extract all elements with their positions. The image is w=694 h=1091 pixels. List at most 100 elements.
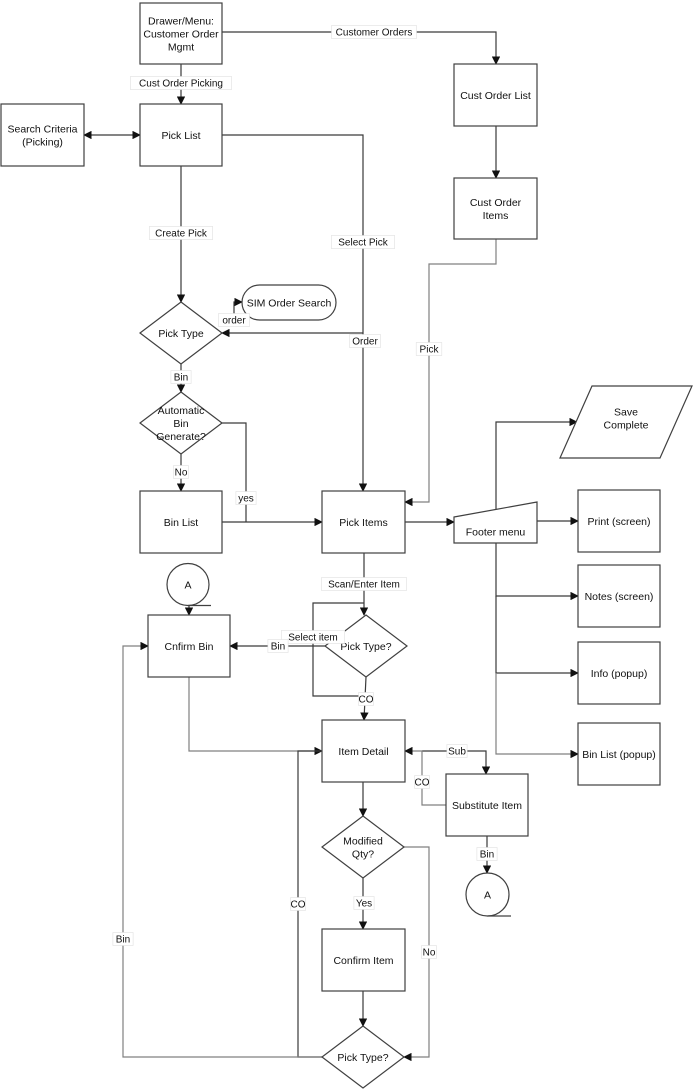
edge-label-text: No <box>423 948 436 959</box>
node-confirm-item[interactable]: Confirm Item <box>321 928 406 992</box>
node-label: Items <box>483 210 509 222</box>
edge-label-text: Select Pick <box>338 238 388 249</box>
edge-label-pick-list-to-pick-items: Select Pick <box>330 235 395 249</box>
node-label: Mgmt <box>168 42 194 54</box>
edge-label-modified-qty-to-pick-type-3: No <box>421 945 437 959</box>
edge-label-text: Order <box>352 337 378 348</box>
edge-label-text: Yes <box>356 899 372 910</box>
edge-label-auto-bin-to-pick-items: yes <box>235 491 257 505</box>
edge-label-pick-list-to-pick-type: Create Pick <box>149 226 214 240</box>
node-label: Save <box>614 407 638 419</box>
edge-label-pick-type-3-to-item-detail: CO <box>290 897 306 911</box>
edge-label-text: Bin <box>116 935 130 946</box>
node-label: Pick Type? <box>337 1052 388 1064</box>
edge-label-auto-bin-to-bin-list: No <box>173 465 189 479</box>
edge-label-drawer-to-pick-list: Cust Order Picking <box>130 76 232 90</box>
node-label: Pick List <box>161 130 200 142</box>
node-pick-list[interactable]: Pick List <box>139 103 223 167</box>
edge-label-text: Scan/Enter Item <box>328 580 400 591</box>
edge-label-text: Sub <box>448 747 466 758</box>
edge-footer-to-info <box>495 596 579 678</box>
node-label: Drawer/Menu: <box>148 16 214 28</box>
node-label: Cust Order List <box>460 90 531 102</box>
node-info-popup[interactable]: Info (popup) <box>577 641 661 705</box>
node-sim-order-search[interactable]: SIM Order Search <box>241 284 337 321</box>
node-label: Bin List <box>164 517 199 529</box>
node-connector-a-bottom[interactable]: A <box>465 872 511 917</box>
edge-label-text: CO <box>291 900 306 911</box>
node-label: Print (screen) <box>587 516 650 528</box>
node-label: Confirm Item <box>333 955 393 967</box>
node-notes-screen[interactable]: Notes (screen) <box>577 564 661 628</box>
node-pick-type-1[interactable]: Pick Type <box>139 301 223 365</box>
edge-label-pick-items-to-pick-type-2: Scan/Enter Item <box>321 577 407 591</box>
edge-label-text: Cust Order Picking <box>139 79 223 90</box>
node-auto-bin[interactable]: AutomaticBinGenerate? <box>139 391 223 455</box>
node-cust-order-items[interactable]: Cust OrderItems <box>453 177 538 240</box>
node-label: Pick Items <box>339 517 387 529</box>
node-print-screen[interactable]: Print (screen) <box>577 489 661 553</box>
node-substitute-item[interactable]: Substitute Item <box>445 773 529 837</box>
node-label: Substitute Item <box>452 800 522 812</box>
node-label: Customer Order <box>143 29 219 41</box>
edge-label-text: Customer Orders <box>336 28 413 39</box>
node-label: Pick Type <box>158 328 203 340</box>
node-drawer[interactable]: Drawer/Menu:Customer OrderMgmt <box>139 2 223 65</box>
node-label: Item Detail <box>338 746 388 758</box>
edge-label-text: order <box>222 316 246 327</box>
edge-label-substitute-to-connector-a: Bin <box>476 847 498 861</box>
edge-footer-to-bin-list-popup <box>495 673 579 759</box>
edge-label-text: yes <box>238 494 254 505</box>
nodes-layer: Drawer/Menu:Customer OrderMgmt Cust Order… <box>0 2 693 1089</box>
edge-label-pick-type-2-to-confirm-bin: Bin <box>267 639 289 653</box>
edge-label-text: Create Pick <box>155 229 208 240</box>
node-label: A <box>484 890 491 902</box>
edge-label-select-item-loop: Select item <box>280 630 345 644</box>
edge-label-modified-qty-to-confirm-item: Yes <box>353 896 375 910</box>
node-item-detail[interactable]: Item Detail <box>321 719 406 783</box>
edge-label-text: Select item <box>288 633 337 644</box>
node-bin-list-popup[interactable]: Bin List (popup) <box>577 722 661 786</box>
node-pick-items[interactable]: Pick Items <box>321 490 406 554</box>
node-label: Automatic <box>158 405 205 417</box>
edge-footer-to-save <box>495 417 578 513</box>
edge-label-order-to-pick-type: Order <box>349 334 381 348</box>
node-search-criteria[interactable]: Search Criteria(Picking) <box>0 103 85 167</box>
node-label: Notes (screen) <box>585 591 654 603</box>
edge-label-text: Bin <box>174 373 188 384</box>
edge-pick-type-3-to-confirm-bin <box>122 641 322 1058</box>
node-label: Bin List (popup) <box>582 749 656 761</box>
node-label: Bin <box>173 418 188 430</box>
node-confirm-bin[interactable]: Cnfirm Bin <box>147 614 231 678</box>
node-label: Cust Order <box>470 197 522 209</box>
node-bin-list[interactable]: Bin List <box>139 490 223 554</box>
edge-footer-to-notes <box>495 543 579 601</box>
node-pick-type-3[interactable]: Pick Type? <box>321 1025 405 1089</box>
edge-auto-bin-to-pick-items <box>222 422 247 522</box>
edge-label-text: No <box>175 468 188 479</box>
node-save-complete[interactable]: SaveComplete <box>559 385 693 459</box>
edge-label-pick-type-3-to-confirm-bin: Bin <box>112 932 134 946</box>
edge-label-drawer-to-cust-order-list: Customer Orders <box>331 25 417 39</box>
node-label: SIM Order Search <box>247 298 332 310</box>
edge-label-text: CO <box>359 695 374 706</box>
node-label: Qty? <box>352 849 374 861</box>
edge-label-text: Pick <box>420 345 440 356</box>
flowchart-canvas: Drawer/Menu:Customer OrderMgmt Cust Order… <box>0 2 693 1089</box>
node-pick-type-2[interactable]: Pick Type? <box>324 614 408 678</box>
node-label: Footer menu <box>466 527 526 539</box>
edge-label-pick-type-2-to-item-detail: CO <box>358 692 374 706</box>
edge-label-text: CO <box>415 778 430 789</box>
edge-confirm-bin-to-item-detail <box>188 677 323 756</box>
node-modified-qty[interactable]: ModifiedQty? <box>321 815 405 879</box>
edge-label-text: Bin <box>480 850 494 861</box>
node-label: A <box>184 580 191 592</box>
edge-label-substitute-to-item-detail: CO <box>414 775 430 789</box>
node-cust-order-list[interactable]: Cust Order List <box>453 63 538 127</box>
node-connector-a-top[interactable]: A <box>166 562 211 607</box>
edge-cust-order-items-to-pick-items <box>404 239 497 507</box>
edge-label-cust-order-items-to-pick-items: Pick <box>415 342 443 356</box>
node-label: Cnfirm Bin <box>164 641 213 653</box>
edge-label-text: Bin <box>271 642 285 653</box>
edge-label-item-detail-to-substitute: Sub <box>446 744 468 758</box>
